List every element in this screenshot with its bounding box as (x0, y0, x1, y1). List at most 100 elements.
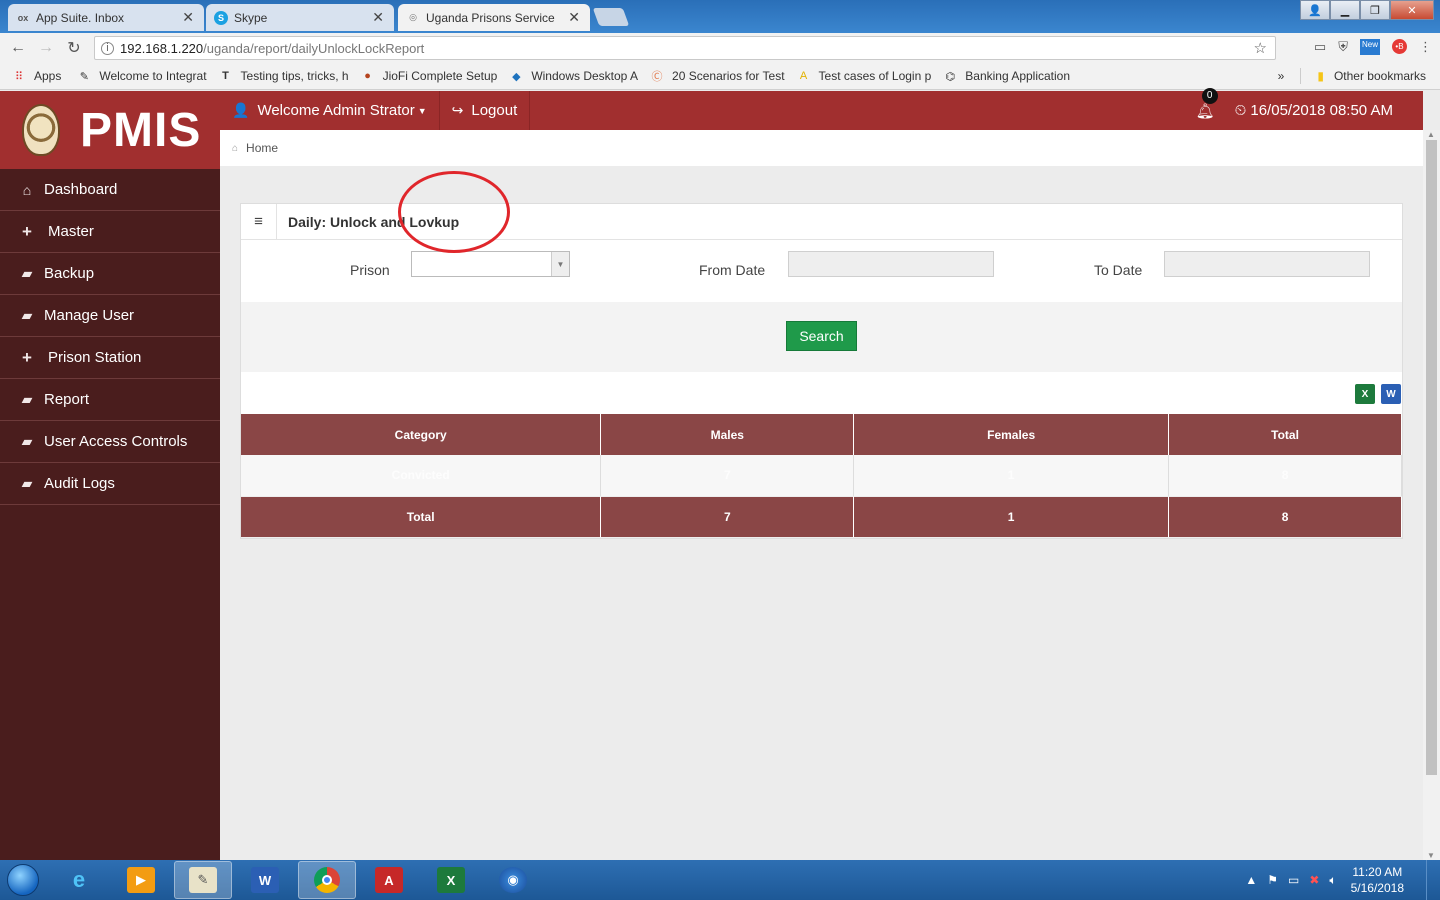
volume-icon[interactable]: 🔈︎ (1329, 873, 1336, 888)
bookmark-apps[interactable]: ⠿ Apps (12, 69, 61, 83)
extension-icon[interactable]: •B (1392, 39, 1407, 54)
search-button[interactable]: Search (786, 321, 857, 351)
skype-icon: S (214, 10, 228, 25)
taskbar-app-media[interactable]: ▶ (112, 861, 170, 899)
network-error-icon[interactable]: ✖ (1309, 873, 1319, 888)
breadcrumb-home[interactable]: Home (246, 141, 278, 155)
window-controls: 👤 ▁ ❐ ✕ (1300, 0, 1434, 20)
hamburger-icon[interactable]: ≡ (241, 203, 277, 240)
close-icon[interactable]: ✕ (372, 9, 384, 26)
action-center-flag-icon[interactable]: ⚑ (1267, 873, 1278, 888)
sidebar-item-user-access-controls[interactable]: ▰ User Access Controls (0, 421, 220, 463)
taskbar-app-chrome[interactable] (298, 861, 356, 899)
clock-time: 11:20 AM (1352, 865, 1403, 879)
sidebar-item-audit-logs[interactable]: ▰ Audit Logs (0, 463, 220, 505)
bookmark-integrat[interactable]: ✎ Welcome to Integrat (77, 69, 207, 83)
notifications-bell-icon[interactable]: 🔔︎ 0 (1196, 87, 1218, 120)
sidebar-item-master[interactable]: + Master (0, 211, 220, 253)
other-bookmarks[interactable]: Other bookmarks (1334, 69, 1426, 83)
taskbar-app-word[interactable]: W (236, 861, 294, 899)
url-path: /uganda/report/dailyUnlockLockReport (203, 40, 425, 56)
bookmark-20-scenarios[interactable]: Ⓒ 20 Scenarios for Test (650, 69, 785, 83)
sidebar-item-manage-user[interactable]: ▰ Manage User (0, 295, 220, 337)
tab-skype[interactable]: S Skype ✕ (206, 4, 394, 31)
new-extension-icon[interactable]: New (1359, 39, 1380, 55)
bookmarks-bar: ⠿ Apps ✎ Welcome to Integrat T Testing tips… (0, 63, 1440, 90)
show-hidden-icons-icon[interactable]: ▲ (1245, 873, 1257, 888)
tab-app-suite[interactable]: ox App Suite. Inbox ✕ (8, 4, 204, 31)
page-scrollbar[interactable]: ▲ ▼ (1423, 130, 1440, 860)
table-cell: 7 (600, 496, 855, 538)
show-desktop-button[interactable] (1426, 860, 1440, 900)
tab-uganda-prisons[interactable]: ◎ Uganda Prisons Service ✕ (398, 4, 590, 31)
user-menu-dropdown[interactable]: 👤 Welcome Admin Strator ▼ (220, 91, 440, 130)
bookmarks-right: » ▮ Other bookmarks (1278, 68, 1426, 84)
word-export-icon[interactable]: W (1381, 384, 1401, 404)
cast-icon[interactable]: ▭ (1314, 39, 1326, 55)
display-icon[interactable]: ▭ (1288, 873, 1299, 888)
info-icon[interactable]: i (101, 41, 114, 55)
shield-icon[interactable]: ⛨ (1338, 39, 1348, 55)
menu-icon[interactable]: ⋮ (1419, 39, 1432, 55)
bookmark-windows-desktop[interactable]: ◆ Windows Desktop A (509, 69, 638, 83)
chrome-icon (314, 867, 340, 893)
scroll-up-icon[interactable]: ▲ (1427, 130, 1435, 139)
table-cell: 8 (1168, 455, 1402, 497)
bookmark-label: Welcome to Integrat (99, 69, 207, 83)
link-icon: ⌬ (945, 70, 956, 83)
notepad-icon: ✎ (189, 867, 217, 893)
logo[interactable]: PMIS (0, 91, 220, 169)
folder-icon: ▰ (21, 391, 33, 407)
close-icon[interactable]: ✕ (568, 9, 580, 26)
bookmark-label: JioFi Complete Setup (382, 69, 498, 83)
sidebar-item-label: Dashboard (44, 181, 118, 198)
taskbar-app-ie[interactable]: e (50, 861, 108, 899)
tab-label: Uganda Prisons Service (426, 10, 555, 25)
internet-explorer-icon: e (72, 867, 86, 892)
new-tab-button[interactable] (592, 8, 630, 26)
taskbar-app-notepad[interactable]: ✎ (174, 861, 232, 899)
folder-icon: ▰ (21, 265, 33, 281)
column-header: Females (853, 414, 1170, 455)
back-icon[interactable]: ← (4, 39, 32, 57)
prison-select[interactable]: ▼ (411, 251, 570, 277)
sidebar-item-dashboard[interactable]: ⌂ Dashboard (0, 169, 220, 211)
scrollbar-thumb[interactable] (1426, 140, 1437, 775)
bookmark-star-icon[interactable]: ☆ (1254, 39, 1267, 57)
minimize-button[interactable]: ▁ (1330, 0, 1360, 20)
taskbar-app-firefox[interactable]: ◉ (484, 861, 542, 899)
bookmark-banking-app[interactable]: ⌬ Banking Application (943, 69, 1070, 83)
plus-icon: + (22, 221, 32, 241)
more-bookmarks-chevron[interactable]: » (1278, 69, 1285, 83)
taskbar-app-acrobat[interactable]: A (360, 861, 418, 899)
sidebar-item-prison-station[interactable]: + Prison Station (0, 337, 220, 379)
sidebar-item-backup[interactable]: ▰ Backup (0, 253, 220, 295)
taskbar-app-excel[interactable]: X (422, 861, 480, 899)
bookmark-test-cases-login[interactable]: A Test cases of Login p (797, 69, 931, 83)
address-bar[interactable]: i 192.168.1.220/uganda/report/dailyUnloc… (94, 36, 1276, 60)
globe-icon: ◎ (409, 12, 417, 22)
start-button[interactable] (0, 860, 46, 900)
system-clock[interactable]: 11:20 AM 5/16/2018 (1351, 864, 1404, 896)
browser-toolbar: ← → ↻ i 192.168.1.220/uganda/report/dail… (0, 33, 1440, 63)
os-taskbar: e ▶ ✎ W A X ◉ ▲ ⚑ ▭ ✖ 🔈︎ 11:20 AM 5/16/2… (0, 860, 1440, 900)
close-window-button[interactable]: ✕ (1390, 0, 1434, 20)
maximize-button[interactable]: ❐ (1360, 0, 1390, 20)
close-icon[interactable]: ✕ (182, 9, 194, 26)
scroll-down-icon[interactable]: ▼ (1427, 851, 1435, 860)
user-icon[interactable]: 👤 (1300, 0, 1330, 20)
bookmark-testing-tips[interactable]: T Testing tips, tricks, h (219, 69, 348, 83)
to-date-field[interactable] (1164, 251, 1370, 277)
bookmark-jiofi[interactable]: ● JioFi Complete Setup (361, 69, 498, 83)
caret-down-icon: ▼ (417, 105, 427, 116)
crest-emblem-icon (22, 104, 60, 156)
reload-icon[interactable]: ↻ (60, 38, 88, 58)
excel-export-icon[interactable]: X (1355, 384, 1375, 404)
logout-button[interactable]: ↪ Logout (440, 91, 531, 130)
folder-icon: ▰ (21, 433, 33, 449)
from-date-field[interactable] (788, 251, 994, 277)
sidebar-item-report[interactable]: ▰ Report (0, 379, 220, 421)
forward-icon[interactable]: → (32, 39, 60, 57)
logout-label: Logout (471, 102, 518, 119)
annotation-circle (398, 171, 510, 253)
